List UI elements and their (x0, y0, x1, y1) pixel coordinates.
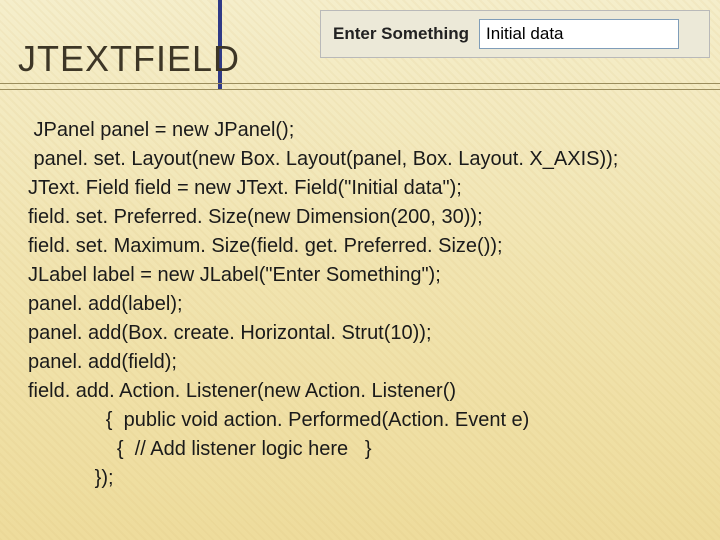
code-line: { public void action. Performed(Action. … (28, 409, 529, 431)
hr-bottom (0, 89, 720, 90)
code-line: field. set. Preferred. Size(new Dimensio… (28, 206, 483, 228)
code-line: panel. set. Layout(new Box. Layout(panel… (28, 148, 618, 170)
slide-title: JTEXTFIELD (18, 38, 240, 80)
code-line: { // Add listener logic here } (28, 438, 372, 460)
code-line: field. set. Maximum. Size(field. get. Pr… (28, 235, 503, 257)
swing-textfield[interactable] (479, 19, 679, 49)
code-block: JPanel panel = new JPanel(); panel. set.… (28, 116, 700, 493)
code-line: panel. add(field); (28, 351, 177, 373)
code-line: }); (28, 467, 114, 489)
slide: Enter Something JTEXTFIELD JPanel panel … (0, 0, 720, 540)
code-line: JText. Field field = new JText. Field("I… (28, 177, 462, 199)
code-line: JLabel label = new JLabel("Enter Somethi… (28, 264, 441, 286)
swing-label: Enter Something (333, 24, 469, 44)
code-line: panel. add(Box. create. Horizontal. Stru… (28, 322, 432, 344)
hr-top (0, 83, 720, 84)
swing-panel: Enter Something (320, 10, 710, 58)
code-line: JPanel panel = new JPanel(); (28, 119, 294, 141)
code-line: panel. add(label); (28, 293, 183, 315)
code-line: field. add. Action. Listener(new Action.… (28, 380, 456, 402)
